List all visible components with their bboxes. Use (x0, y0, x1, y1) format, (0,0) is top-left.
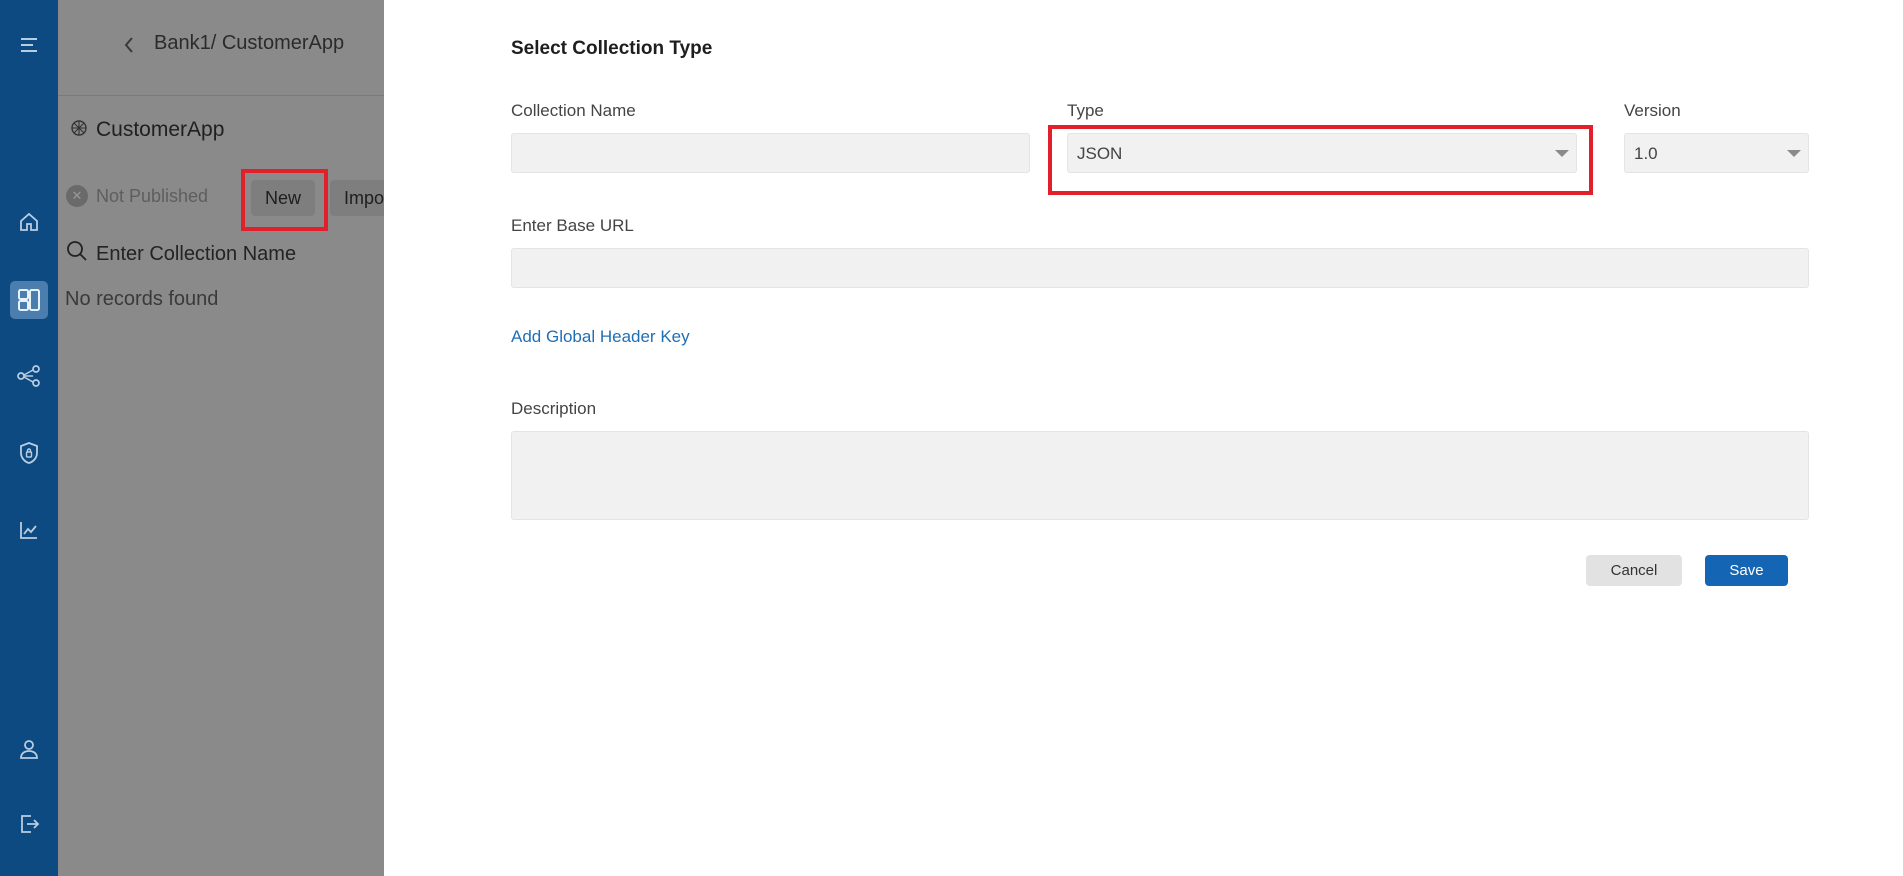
security-shield-icon[interactable] (0, 433, 58, 473)
back-chevron-icon[interactable] (122, 35, 136, 60)
description-label: Description (511, 399, 597, 418)
breadcrumb[interactable]: Bank1/ CustomerApp (154, 32, 344, 55)
version-selected-value: 1.0 (1634, 144, 1658, 163)
add-global-header-key-link[interactable]: Add Global Header Key (511, 327, 690, 347)
save-button[interactable]: Save (1705, 555, 1788, 586)
dashboard-icon[interactable] (0, 280, 58, 320)
not-published-icon: ✕ (66, 185, 88, 207)
search-input[interactable]: Enter Collection Name (96, 243, 296, 266)
collection-name-label: Collection Name (511, 101, 636, 120)
chevron-down-icon (1787, 150, 1801, 157)
description-textarea[interactable] (511, 431, 1809, 520)
user-icon[interactable] (0, 729, 58, 769)
import-button[interactable]: Impo (330, 180, 384, 216)
flow-icon[interactable] (0, 356, 58, 396)
version-select[interactable]: 1.0 (1624, 133, 1809, 173)
collection-name-input[interactable] (511, 133, 1030, 173)
app-name: CustomerApp (96, 118, 225, 141)
cancel-button[interactable]: Cancel (1586, 555, 1682, 586)
type-select-highlight (1048, 125, 1593, 195)
version-label: Version (1624, 101, 1681, 120)
new-button-highlight (241, 169, 328, 231)
app-logo-icon (70, 119, 88, 142)
nav-rail (0, 0, 58, 876)
publish-status: ✕ Not Published (66, 185, 208, 207)
type-label: Type (1067, 101, 1104, 120)
analytics-chart-icon[interactable] (0, 510, 58, 550)
collection-type-panel: Select Collection Type Collection Name T… (384, 0, 1903, 876)
panel-title: Select Collection Type (511, 38, 713, 59)
page-header: Bank1/ CustomerApp (58, 0, 384, 96)
base-url-input[interactable] (511, 248, 1809, 288)
base-url-label: Enter Base URL (511, 216, 634, 235)
app-title-row: CustomerApp (70, 118, 224, 142)
search-icon (66, 240, 88, 268)
collection-search[interactable]: Enter Collection Name (66, 240, 296, 268)
status-label: Not Published (96, 185, 209, 206)
home-icon[interactable] (0, 202, 58, 242)
menu-icon[interactable] (0, 25, 58, 65)
background-page: Bank1/ CustomerApp CustomerApp ✕ Not Pub… (58, 0, 384, 876)
empty-message: No records found (65, 288, 219, 310)
logout-icon[interactable] (0, 804, 58, 844)
